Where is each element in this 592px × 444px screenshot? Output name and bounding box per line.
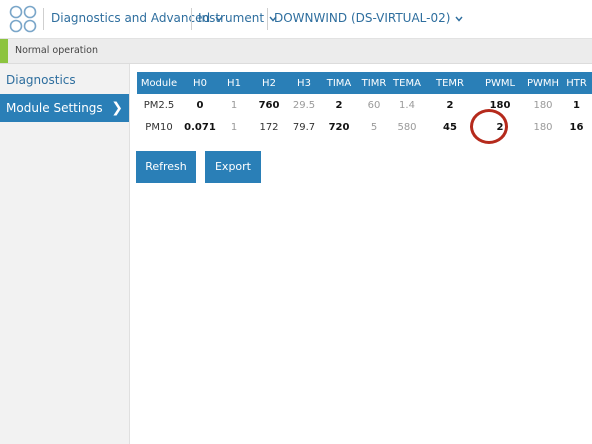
divider <box>43 8 44 30</box>
table-row: PM10 0.071 1 172 79.7 720 5 580 45 2 180… <box>137 116 592 138</box>
table-cell[interactable]: 180 <box>525 94 561 116</box>
menu-label: DOWNWIND (DS-VIRTUAL-02) <box>274 11 451 25</box>
status-indicator <box>0 39 8 63</box>
column-header: H3 <box>289 72 319 94</box>
table-cell: PM10 <box>145 121 173 133</box>
column-header: Module <box>137 72 181 94</box>
menu-instrument[interactable]: Instrument <box>198 10 277 26</box>
column-header: TEMR <box>425 72 475 94</box>
status-text: Normal operation <box>15 45 99 56</box>
column-header: PWML <box>475 72 525 94</box>
column-header: PWMH <box>525 72 561 94</box>
menu-label: Diagnostics and Advanced <box>51 11 211 25</box>
app-logo-icon <box>9 5 37 33</box>
column-header: H2 <box>249 72 289 94</box>
export-button[interactable]: Export <box>205 151 261 183</box>
module-settings-table: Module H0 H1 H2 H3 TIMA TIMR TEMA TEMR P… <box>137 72 592 138</box>
sidebar-item-diagnostics[interactable]: Diagnostics <box>0 66 129 94</box>
sidebar-item-label: Diagnostics <box>6 73 76 87</box>
table-cell[interactable]: 1 <box>219 116 249 138</box>
table-cell[interactable]: 1 <box>561 94 592 116</box>
table-cell[interactable]: 760 <box>249 94 289 116</box>
table-cell[interactable]: 2 <box>425 94 475 116</box>
column-header: HTR <box>561 72 592 94</box>
table-cell[interactable]: 2 <box>319 94 359 116</box>
table-row: PM2.5 0 1 760 29.5 2 60 1.4 2 180 180 1 <box>137 94 592 116</box>
status-bar: Normal operation <box>0 39 592 64</box>
table-cell[interactable]: 0.071 <box>181 116 219 138</box>
refresh-button[interactable]: Refresh <box>136 151 196 183</box>
table-cell[interactable]: 172 <box>249 116 289 138</box>
highlight-circle <box>470 109 508 144</box>
table-cell[interactable]: 180 <box>525 116 561 138</box>
sidebar-item-module-settings[interactable]: Module Settings ❯ <box>0 94 129 122</box>
table-cell[interactable]: 5 <box>359 116 389 138</box>
chevron-down-icon <box>455 16 463 22</box>
column-header: H0 <box>181 72 219 94</box>
table-cell[interactable]: 79.7 <box>289 116 319 138</box>
menu-device[interactable]: DOWNWIND (DS-VIRTUAL-02) <box>274 10 463 26</box>
divider <box>191 8 192 30</box>
table-cell[interactable]: 45 <box>425 116 475 138</box>
table-cell[interactable]: 60 <box>359 94 389 116</box>
chevron-right-icon: ❯ <box>111 100 123 116</box>
table-cell[interactable]: 580 <box>389 116 425 138</box>
column-header: TIMA <box>319 72 359 94</box>
column-header: TEMA <box>389 72 425 94</box>
column-header: H1 <box>219 72 249 94</box>
table-cell[interactable]: 1 <box>219 94 249 116</box>
menu-label: Instrument <box>198 11 265 25</box>
table-cell[interactable]: 16 <box>561 116 592 138</box>
table-cell[interactable]: 1.4 <box>389 94 425 116</box>
sidebar-item-label: Module Settings <box>6 101 103 115</box>
table-cell[interactable]: 0 <box>181 94 219 116</box>
sidebar: Diagnostics Module Settings ❯ <box>0 64 130 444</box>
table-header-row: Module H0 H1 H2 H3 TIMA TIMR TEMA TEMR P… <box>137 72 592 94</box>
column-header: TIMR <box>359 72 389 94</box>
top-bar: Diagnostics and Advanced Instrument DOWN… <box>0 0 592 39</box>
table-cell[interactable]: 29.5 <box>289 94 319 116</box>
table-cell[interactable]: 720 <box>319 116 359 138</box>
divider <box>267 8 268 30</box>
table-cell: PM2.5 <box>143 99 175 111</box>
